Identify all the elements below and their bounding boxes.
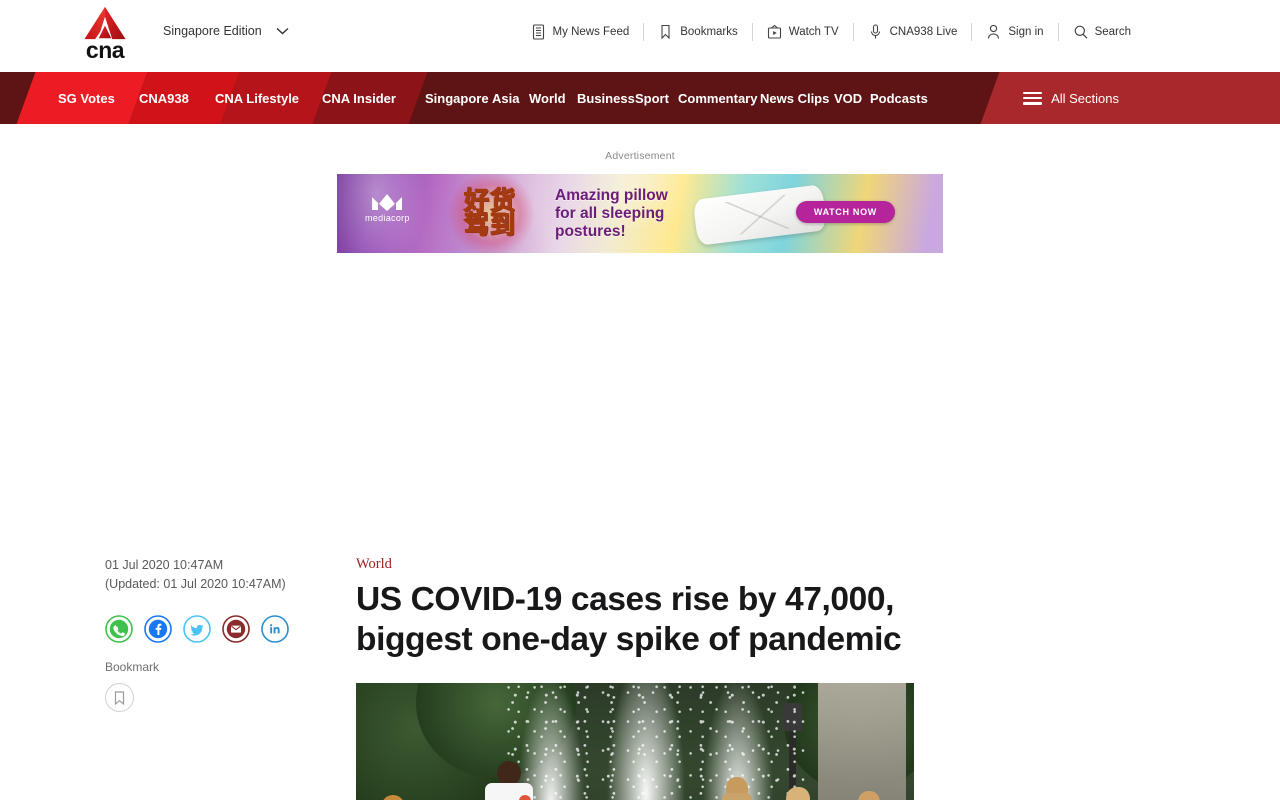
nav-link-commentary[interactable]: Commentary: [678, 72, 757, 124]
news-feed-icon: [532, 24, 544, 40]
nav-my-news-feed[interactable]: My News Feed: [531, 21, 644, 43]
nav-link-podcasts[interactable]: Podcasts: [870, 72, 928, 124]
bookmark-outline-icon: [114, 690, 125, 705]
all-sections-label: All Sections: [1051, 90, 1119, 106]
nav-label: My News Feed: [552, 26, 630, 38]
nav-link-cna-insider[interactable]: CNA Insider: [322, 72, 396, 124]
nav-link-sport[interactable]: Sport: [635, 72, 669, 124]
ad-chinese-line-2: 驾到: [463, 211, 516, 239]
nav-label: Search: [1094, 26, 1131, 38]
article-meta-sidebar: 01 Jul 2020 10:47AM (Updated: 01 Jul 202…: [105, 556, 335, 712]
person-figure: [846, 790, 892, 800]
share-email-button[interactable]: [222, 615, 250, 643]
publish-date: 01 Jul 2020 10:47AM: [105, 558, 224, 572]
article-main: World US COVID-19 cases rise by 47,000, …: [356, 556, 914, 800]
cna-logo[interactable]: cna: [78, 6, 132, 62]
nav-label: CNA938 Live: [889, 26, 958, 38]
bookmark-label: Bookmark: [105, 660, 160, 674]
nav-label: Watch TV: [788, 26, 839, 38]
mediacorp-m-logo: [372, 194, 403, 211]
main-navigation: SG Votes CNA938 CNA Lifestyle CNA Inside…: [0, 72, 1280, 124]
nav-link-singapore[interactable]: Singapore: [425, 72, 489, 124]
person-figure: [776, 786, 824, 800]
nav-bookmarks[interactable]: Bookmarks: [644, 21, 752, 43]
mediacorp-label: mediacorp: [365, 213, 410, 223]
nav-watch-tv[interactable]: Watch TV: [753, 21, 853, 43]
nav-sign-in[interactable]: Sign in: [972, 21, 1057, 43]
ad-watch-now-button[interactable]: WATCH NOW: [795, 201, 895, 223]
tv-icon: [767, 24, 781, 39]
nav-link-business[interactable]: Business: [577, 72, 635, 124]
mediacorp-branding: mediacorp: [365, 191, 410, 223]
share-facebook-button[interactable]: [144, 615, 172, 643]
advertisement-label: Advertisement: [605, 150, 675, 162]
hamburger-menu-icon: [1023, 91, 1043, 105]
ad-copy: Amazing pillow for all sleeping postures…: [555, 187, 668, 240]
nav-link-sg-votes[interactable]: SG Votes: [58, 72, 115, 124]
share-linkedin-button[interactable]: [261, 615, 289, 643]
edition-label: Singapore Edition: [163, 24, 262, 38]
share-buttons: [105, 615, 335, 643]
nav-link-asia[interactable]: Asia: [492, 72, 519, 124]
article-headline: US COVID-19 cases rise by 47,000, bigges…: [356, 581, 902, 658]
nav-link-news-clips[interactable]: News Clips: [760, 72, 829, 124]
microphone-icon: [870, 24, 880, 39]
nav-link-vod[interactable]: VOD: [834, 72, 862, 124]
search-icon: [1074, 25, 1088, 39]
advertisement-zone: Advertisement mediacorp 好货 驾到 Amazing pi…: [0, 124, 1280, 253]
person-figure: [716, 776, 762, 800]
ad-copy-line-1: Amazing pillow: [555, 187, 668, 204]
bookmark-button[interactable]: [105, 683, 134, 712]
cna-triangle-logo: [84, 6, 126, 40]
article-container: 01 Jul 2020 10:47AM (Updated: 01 Jul 202…: [0, 253, 1280, 800]
nav-label: Bookmarks: [680, 26, 738, 38]
updated-date: (Updated: 01 Jul 2020 10:47AM): [105, 577, 286, 591]
edition-selector[interactable]: Singapore Edition: [163, 24, 289, 38]
bookmark-icon: [661, 24, 670, 40]
nav-label: Sign in: [1008, 26, 1044, 38]
nav-cna938-live[interactable]: CNA938 Live: [854, 21, 972, 43]
nav-link-world[interactable]: World: [529, 72, 566, 124]
background-building: [818, 682, 906, 800]
person-figure: [481, 760, 537, 800]
all-sections-button[interactable]: All Sections: [1023, 72, 1280, 124]
nav-link-cna938[interactable]: CNA938: [139, 72, 189, 124]
ad-chinese-headline: 好货 驾到: [452, 178, 528, 250]
ad-copy-line-2: for all sleeping: [555, 204, 665, 222]
cna-logo-text: cna: [85, 37, 125, 63]
ad-copy-line-3: postures!: [555, 222, 626, 240]
article-category[interactable]: World: [356, 556, 914, 573]
article-hero-image: [356, 682, 914, 800]
advertisement-banner[interactable]: mediacorp 好货 驾到 Amazing pillow for all s…: [337, 174, 943, 253]
chevron-down-icon: [276, 27, 289, 35]
nav-link-cna-lifestyle[interactable]: CNA Lifestyle: [215, 72, 299, 124]
header-utility-nav: My News Feed Bookmarks Watch TV CNA938 L…: [531, 20, 1145, 44]
site-header: cna Singapore Edition My News Feed Bookm…: [0, 0, 1280, 72]
share-whatsapp-button[interactable]: [105, 615, 133, 643]
user-icon: [988, 24, 1000, 39]
share-twitter-button[interactable]: [183, 615, 211, 643]
nav-search[interactable]: Search: [1059, 21, 1145, 43]
